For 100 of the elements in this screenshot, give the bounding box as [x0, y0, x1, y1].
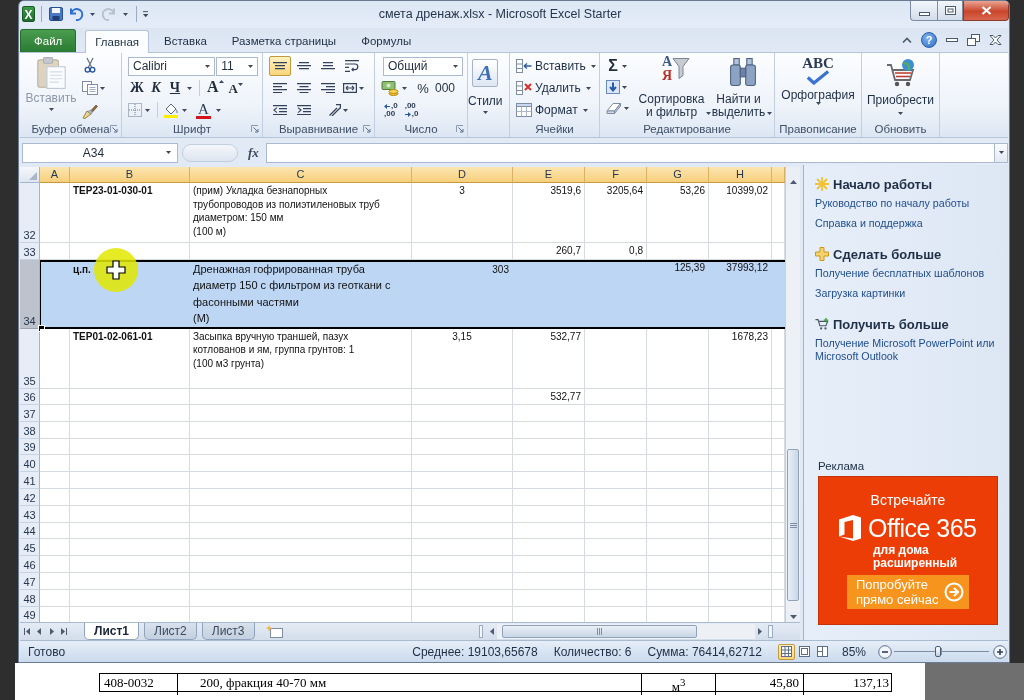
arrow-down-icon[interactable]: [789, 615, 797, 619]
find-button[interactable]: Найти и выделить: [712, 53, 774, 120]
slider-thumb[interactable]: [934, 646, 941, 657]
insert-cells-button[interactable]: Вставить: [516, 56, 595, 76]
font-size-field[interactable]: 11: [216, 56, 258, 76]
row-header[interactable]: 37: [20, 405, 40, 422]
shrink-font-button[interactable]: A: [226, 78, 245, 98]
dialog-launcher-icon[interactable]: [456, 124, 464, 133]
skip-right-icon[interactable]: [60, 628, 67, 635]
caret-up-icon[interactable]: [902, 37, 912, 43]
row-header[interactable]: 41: [20, 472, 40, 489]
sort-filter-button[interactable]: А Я Сортировка и фильтр: [640, 53, 712, 120]
name-box[interactable]: A34: [22, 142, 178, 163]
increase-decimal-button[interactable]: ,0 ,00: [381, 100, 401, 120]
column-header[interactable]: A: [40, 167, 70, 183]
decrease-decimal-button[interactable]: ,00 ,0: [401, 100, 422, 120]
caret-icon[interactable]: [624, 106, 629, 110]
view-button[interactable]: [777, 643, 795, 660]
italic-button[interactable]: К: [147, 78, 165, 98]
sheet-tab[interactable]: Лист2: [144, 623, 197, 640]
column-header[interactable]: D: [412, 167, 513, 183]
file-tab[interactable]: Файл: [20, 29, 77, 52]
dialog-launcher-icon[interactable]: [110, 124, 118, 133]
caret-icon[interactable]: [622, 85, 627, 89]
resize-handle[interactable]: [182, 143, 238, 162]
column-header[interactable]: F: [585, 167, 647, 183]
scrollbar-thumb[interactable]: [502, 625, 697, 638]
link[interactable]: Получение Microsoft PowerPoint или Microsoft Outlook: [815, 334, 1006, 367]
split-handle[interactable]: [479, 625, 483, 638]
row-header[interactable]: 33: [20, 243, 40, 260]
alignment-button[interactable]: [269, 56, 291, 76]
restore-icon[interactable]: [967, 34, 980, 46]
close-icon[interactable]: [989, 34, 1002, 46]
minimize-icon[interactable]: [946, 38, 958, 42]
sum-button[interactable]: Σ: [606, 57, 620, 75]
link[interactable]: Справка и поддержка: [815, 214, 1006, 234]
row-header[interactable]: 46: [20, 556, 40, 573]
expand-button[interactable]: [995, 142, 1008, 163]
arrow-left-icon[interactable]: [36, 628, 43, 635]
caret-icon[interactable]: [402, 86, 407, 90]
split-handle[interactable]: [768, 625, 773, 638]
scrollbar-thumb[interactable]: [787, 449, 799, 601]
zoom-in-icon[interactable]: [993, 644, 1007, 659]
close-button[interactable]: [963, 1, 1009, 21]
caret-icon[interactable]: [622, 64, 627, 68]
thousands-button[interactable]: 000: [433, 78, 458, 98]
dialog-launcher-icon[interactable]: [251, 124, 259, 133]
insert-function-button[interactable]: fx: [245, 144, 262, 161]
ribbon-tab[interactable]: Формулы: [351, 29, 422, 52]
caret-icon[interactable]: [145, 108, 150, 112]
maximize-button[interactable]: [937, 1, 963, 21]
link[interactable]: Получение бесплатных шаблонов: [815, 264, 1006, 284]
caret-icon[interactable]: [122, 12, 128, 16]
bold-button[interactable]: Ж: [128, 78, 146, 98]
arrow-up-icon[interactable]: [789, 180, 797, 184]
ribbon-tab[interactable]: Главная: [85, 30, 150, 53]
caret-icon[interactable]: [187, 86, 192, 90]
caret-icon[interactable]: [89, 12, 95, 16]
sheet-tab[interactable]: Лист1: [84, 623, 140, 640]
font-name-field[interactable]: Calibri: [128, 56, 216, 76]
row-header[interactable]: 35: [20, 328, 40, 389]
new-sheet-icon[interactable]: [265, 624, 284, 639]
formula-field[interactable]: [265, 142, 995, 163]
number-format-field[interactable]: Общий: [383, 56, 463, 76]
ribbon-tab[interactable]: Разметка страницы: [221, 29, 347, 52]
column-header[interactable]: H: [709, 167, 772, 183]
column-header[interactable]: C: [190, 167, 412, 183]
undo-icon[interactable]: [67, 6, 84, 22]
styles-button[interactable]: A Стили: [468, 53, 503, 120]
row-header[interactable]: 45: [20, 539, 40, 557]
zoom-out-icon[interactable]: [878, 644, 892, 659]
column-header[interactable]: E: [513, 167, 585, 183]
minimize-button[interactable]: [910, 1, 937, 21]
format-cells-button[interactable]: Формат: [516, 100, 595, 120]
underline-button[interactable]: Ч: [166, 78, 184, 98]
font-color-button[interactable]: A: [194, 100, 213, 120]
sheet-tab[interactable]: Лист3: [201, 623, 255, 640]
arrow-right-icon[interactable]: [48, 628, 55, 635]
arrow-right-icon[interactable]: [758, 628, 762, 635]
ad-banner[interactable]: Встречайте Office 365 для дома расширенный Попробуйте прямо сейчас: [818, 476, 998, 625]
delete-cells-button[interactable]: Удалить: [516, 78, 595, 98]
row-header[interactable]: 34: [20, 259, 40, 329]
caret-icon[interactable]: [100, 86, 105, 90]
link[interactable]: Руководство по началу работы: [815, 194, 1006, 214]
caret-icon[interactable]: [182, 108, 187, 112]
caret-icon[interactable]: [215, 108, 221, 112]
link[interactable]: Загрузка картинки: [815, 284, 1006, 304]
skip-left-icon[interactable]: [24, 628, 31, 635]
percent-button[interactable]: %: [414, 78, 432, 98]
arrow-left-icon[interactable]: [490, 628, 494, 635]
brush-icon[interactable]: [82, 103, 98, 119]
scissors-icon[interactable]: [84, 57, 96, 73]
save-icon[interactable]: [47, 6, 64, 22]
ribbon-tab[interactable]: Вставка: [154, 29, 217, 52]
app-icon[interactable]: X: [22, 6, 35, 22]
row-header[interactable]: 32: [20, 183, 40, 243]
column-header[interactable]: G: [647, 167, 709, 183]
buy-button[interactable]: Приобрести: [862, 53, 939, 120]
paint-bucket-icon[interactable]: [163, 102, 179, 118]
fill-down-icon[interactable]: [606, 80, 620, 94]
